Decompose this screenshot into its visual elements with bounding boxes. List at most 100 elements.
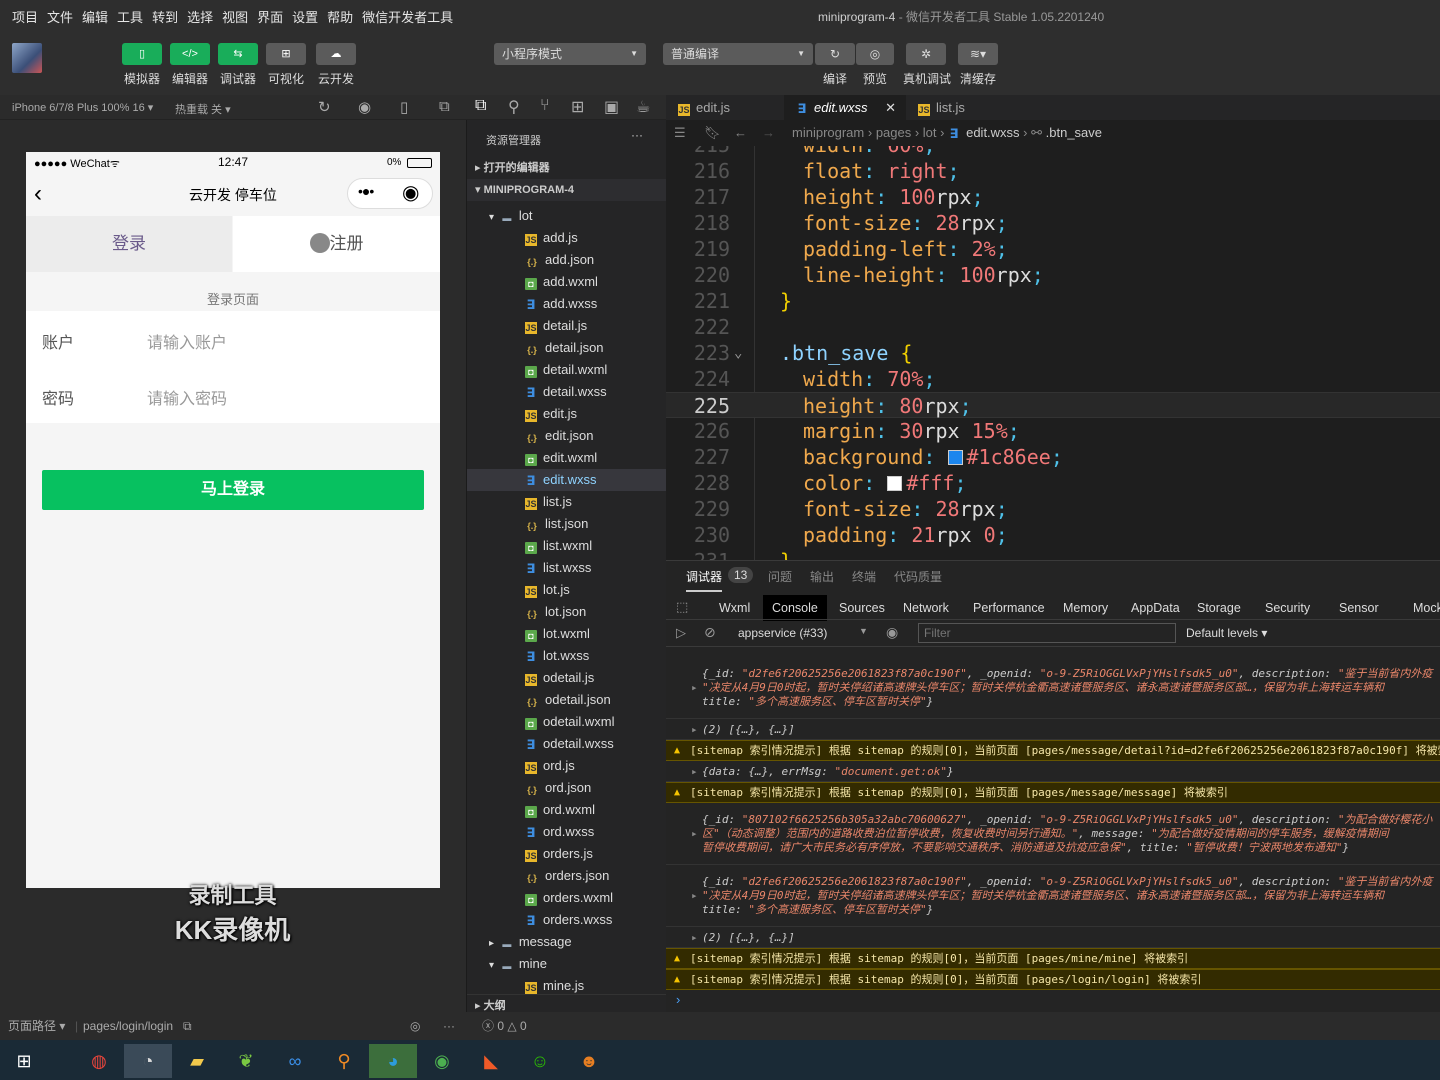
sidebar-toggle-icon[interactable]: ▷ [676,625,686,641]
cat-app-icon[interactable]: ☻ [565,1044,613,1078]
menu-item[interactable]: 选择 [187,7,213,26]
tree-item[interactable]: ∃ edit.wxss [467,469,667,491]
tree-item[interactable]: ◘ add.wxml [467,271,667,293]
inspect-icon[interactable]: ⬚ [676,599,688,615]
record-icon[interactable]: ◉ [358,98,371,116]
file-explorer-icon[interactable]: ▰ [173,1044,221,1078]
filter-input[interactable] [918,623,1176,643]
tree-item[interactable]: JS list.js [467,491,667,513]
wechat-devtools-icon[interactable]: ◔ [124,1044,172,1078]
expand-arrow-icon[interactable]: ▸ [691,889,698,903]
devtools-tab-storage[interactable]: Storage [1188,595,1250,621]
tree-item[interactable]: {.} edit.json [467,425,667,447]
tree-item[interactable]: ◘ lot.wxml [467,623,667,645]
back-arrow-icon[interactable]: ← [734,120,747,146]
tab-register[interactable]: 注册 [233,216,440,272]
popout-icon[interactable]: ⧉ [439,98,450,115]
devtools-tab-sensor[interactable]: Sensor [1330,595,1388,621]
tree-item[interactable]: JS odetail.js [467,667,667,689]
menu-item[interactable]: 项目 [12,7,38,26]
tree-item[interactable]: ∃ add.wxss [467,293,667,315]
tree-item[interactable]: ∃ orders.wxss [467,909,667,931]
tree-item[interactable]: ◘ list.wxml [467,535,667,557]
breadcrumb-item[interactable]: .btn_save [1046,125,1102,140]
tree-item[interactable]: JS orders.js [467,843,667,865]
visual-toggle[interactable]: ⊞ [266,43,306,65]
context-select[interactable]: appservice (#33) [738,626,827,640]
mode-select[interactable]: 小程序模式 ▼ [494,43,646,65]
remote-debug-button[interactable]: ✲ [906,43,946,65]
console-prompt[interactable]: › [676,992,680,1007]
code-area[interactable]: 215 width: 60%; 216 float: right; 217 height:… [666,146,1440,560]
tab-list-js[interactable]: JS list.js [906,95,1024,120]
menu-item[interactable]: 工具 [117,7,143,26]
tree-item[interactable]: {.} ord.json [467,777,667,799]
error-count[interactable]: ⓧ 0 △ 0 [482,1012,527,1040]
tree-item[interactable]: {.} orders.json [467,865,667,887]
console-log[interactable]: ▸ (2) [{…}, {…}] [666,927,1440,948]
tab-edit-js[interactable]: JS edit.js [666,95,784,120]
tree-item[interactable]: ◘ edit.wxml [467,447,667,469]
devtools-tab-performance[interactable]: Performance [964,595,1054,621]
search-tool-icon[interactable]: ⚲ [320,1044,368,1078]
devtools-tab-mock[interactable]: Mock [1404,595,1440,621]
panel-tab[interactable]: 问题 [768,568,792,585]
tree-item[interactable]: ◘ ord.wxml [467,799,667,821]
bookmark-icon[interactable]: 🔖︎ [704,120,721,146]
simulator-toggle[interactable]: ▯ [122,43,162,65]
console-log[interactable]: ▸ {data: {…}, errMsg: "document.get:ok"} [666,761,1440,782]
panel-tab[interactable]: 终端 [852,568,876,585]
devtools-tab-console[interactable]: Console [763,595,827,621]
eye-icon[interactable]: ◉ [886,624,898,641]
expand-arrow-icon[interactable]: ▸ [691,827,698,841]
tree-item[interactable]: ∃ detail.wxss [467,381,667,403]
forward-arrow-icon[interactable]: → [762,120,775,146]
tree-item[interactable]: JS ord.js [467,755,667,777]
more-icon[interactable]: •●• [358,183,374,199]
expand-arrow-icon[interactable]: ▸ [691,723,698,737]
tree-item[interactable]: ▸ ▬ message [467,931,667,953]
tree-item[interactable]: {.} detail.json [467,337,667,359]
expand-arrow-icon[interactable]: ▸ [691,765,698,779]
compile-mode-select[interactable]: 普通编译 ▼ [663,43,813,65]
tree-item[interactable]: ∃ lot.wxss [467,645,667,667]
hot-reload-select[interactable]: 热重载 关 ▾ [175,101,231,117]
breadcrumb-item[interactable]: edit.wxss [966,125,1019,140]
menu-item[interactable]: 编辑 [82,7,108,26]
tree-item[interactable]: ▾ ▬ mine [467,953,667,975]
console-warning[interactable]: ▲ [sitemap 索引情况提示] 根据 sitemap 的规则[0]，当前页面… [666,969,1440,990]
tree-item[interactable]: JS add.js [467,227,667,249]
panel-tab[interactable]: 输出 [810,568,834,585]
menu-item[interactable]: 视图 [222,7,248,26]
devtools-tab-memory[interactable]: Memory [1054,595,1117,621]
files-icon[interactable]: ⧉ [475,97,486,115]
save-icon[interactable]: ▣ [604,97,619,117]
preview-button[interactable]: ◎ [856,43,894,65]
password-input[interactable]: 请输入密码 [147,385,227,409]
globe-upload-icon[interactable]: ◉ [418,1044,466,1078]
panel-tab[interactable]: 代码质量 [894,568,942,585]
tree-item[interactable]: JS edit.js [467,403,667,425]
menu-item[interactable]: 微信开发者工具 [362,7,453,26]
more-icon[interactable]: ··· [443,1012,455,1040]
tab-edit-wxss[interactable]: ∃ edit.wxss ✕ [784,95,906,120]
breadcrumb-item[interactable]: pages [876,125,911,140]
devtools-tab-wxml[interactable]: Wxml [710,595,759,621]
menu-item[interactable]: 帮助 [327,7,353,26]
git-icon[interactable]: ⑂ [540,97,550,115]
console-warning[interactable]: ▲ [sitemap 索引情况提示] 根据 sitemap 的规则[0]，当前页面… [666,782,1440,803]
eye-icon[interactable]: ◎ [410,1012,420,1040]
color-swatch[interactable] [887,476,903,491]
tree-item[interactable]: ∃ list.wxss [467,557,667,579]
tree-item[interactable]: ◘ orders.wxml [467,887,667,909]
account-input[interactable]: 请输入账户 [147,329,227,353]
devtools-tab-sources[interactable]: Sources [830,595,894,621]
tree-item[interactable]: JS lot.js [467,579,667,601]
tree-item[interactable]: {.} list.json [467,513,667,535]
open-editors-section[interactable]: ▸ 打开的编辑器 [467,157,667,179]
console-log[interactable]: ▸ {_id: "d2fe6f20625256e2061823f87a0c190f… [666,657,1440,719]
kk-recorder-icon[interactable]: ◣ [467,1044,515,1078]
tree-item[interactable]: JS detail.js [467,315,667,337]
clear-cache-button[interactable]: ≋▾ [958,43,998,65]
devtools-tab-appdata[interactable]: AppData [1122,595,1189,621]
